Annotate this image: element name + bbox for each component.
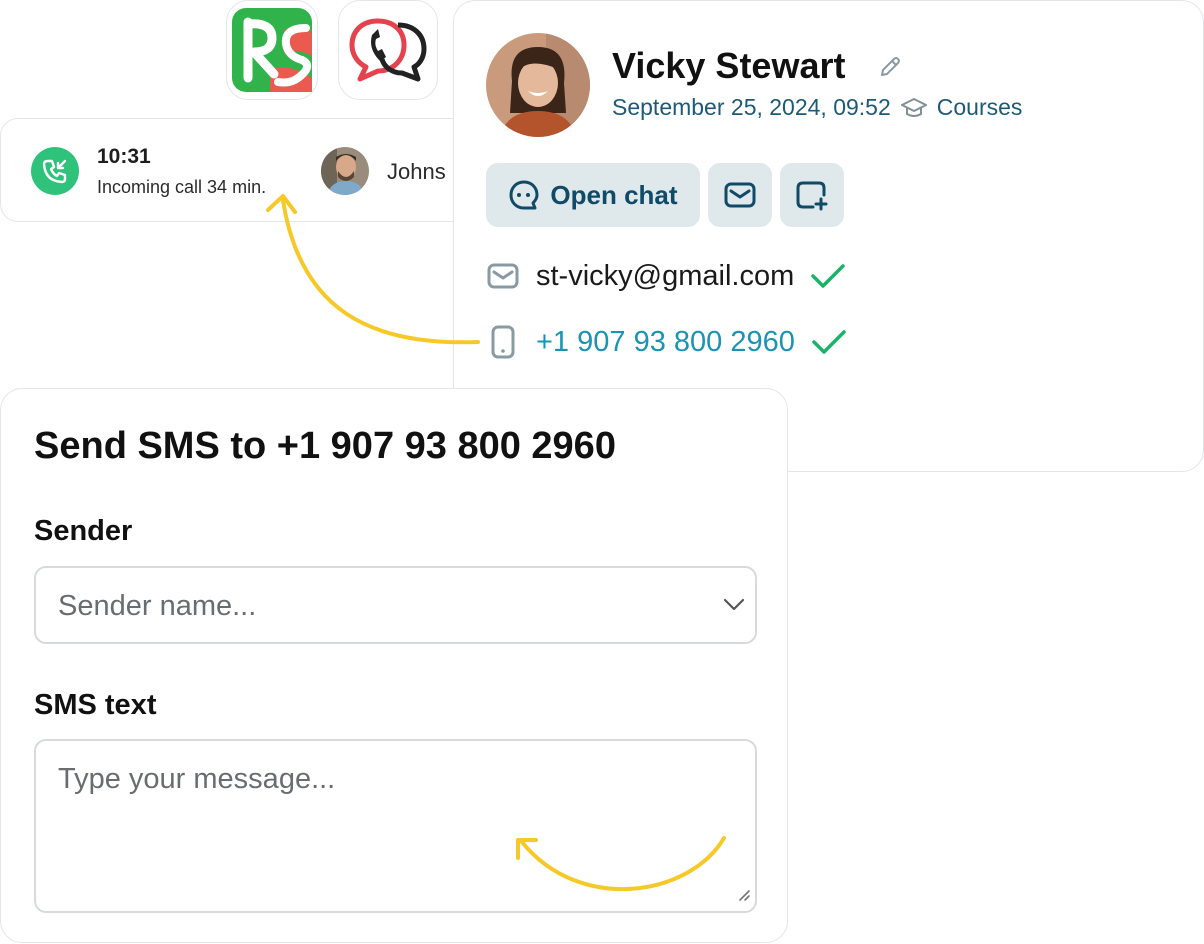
- call-time: 10:31: [97, 145, 151, 168]
- phone-verified-check-icon: [811, 328, 847, 356]
- course-link[interactable]: Courses: [937, 94, 1023, 121]
- send-sms-panel: Send SMS to +1 907 93 800 2960 Sender Se…: [0, 388, 788, 943]
- phone-chat-icon: [349, 18, 427, 82]
- open-chat-label: Open chat: [550, 179, 678, 210]
- email-verified-check-icon: [810, 262, 846, 290]
- sms-text-label: SMS text: [34, 689, 157, 721]
- edit-pencil-icon[interactable]: [878, 55, 902, 84]
- sms-text-input[interactable]: Type your message...: [34, 739, 757, 913]
- graduation-cap-icon: [900, 97, 927, 119]
- add-task-button[interactable]: [780, 163, 844, 227]
- rs-app-icon[interactable]: [226, 0, 318, 100]
- caller-name: Johns: [387, 159, 446, 184]
- add-task-icon: [796, 181, 828, 211]
- call-description: Incoming call 34 min.: [97, 177, 267, 197]
- incoming-call-notification[interactable]: 10:31 Incoming call 34 min. Johns: [0, 118, 470, 222]
- incoming-call-icon: [31, 147, 79, 195]
- resize-grip-icon[interactable]: [737, 888, 751, 907]
- chat-bubble-icon: [509, 180, 539, 210]
- sms-title: Send SMS to +1 907 93 800 2960: [34, 425, 616, 467]
- contact-avatar: [486, 33, 590, 137]
- envelope-icon: [724, 182, 756, 208]
- contact-meta: September 25, 2024, 09:52 Courses: [612, 94, 1022, 121]
- chevron-down-icon: [721, 594, 747, 619]
- sender-label: Sender: [34, 515, 133, 547]
- rs-logo-icon: [232, 8, 312, 92]
- contact-actions: Open chat: [486, 163, 844, 227]
- sender-select[interactable]: Sender name...: [34, 566, 757, 644]
- sender-placeholder: Sender name...: [58, 590, 257, 622]
- envelope-icon: [486, 257, 520, 295]
- contact-phone-link[interactable]: +1 907 93 800 2960: [536, 326, 795, 359]
- mobile-phone-icon: [486, 323, 520, 361]
- email-row: st-vicky@gmail.com: [486, 257, 846, 295]
- contact-datetime: September 25, 2024, 09:52: [612, 94, 891, 120]
- contact-email[interactable]: st-vicky@gmail.com: [536, 260, 794, 293]
- open-chat-button[interactable]: Open chat: [486, 163, 700, 227]
- phone-row: +1 907 93 800 2960: [486, 323, 847, 361]
- sms-text-placeholder: Type your message...: [58, 763, 336, 795]
- phone-chat-app-icon[interactable]: [338, 0, 438, 100]
- caller-avatar: [321, 147, 369, 195]
- send-email-button[interactable]: [708, 163, 772, 227]
- contact-name: Vicky Stewart: [612, 45, 846, 86]
